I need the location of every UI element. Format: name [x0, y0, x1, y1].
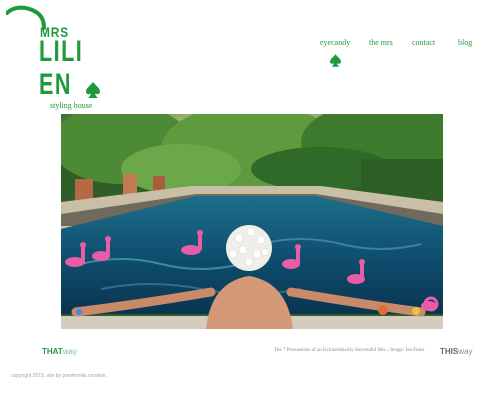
prev-post-link[interactable]: THATway — [42, 347, 77, 356]
logo-line-en: EN — [39, 68, 72, 101]
logo-tagline: styling house — [50, 101, 93, 110]
nav-item-the-mrs[interactable]: the mrs — [369, 38, 393, 47]
photo-caption: The 7 Persuasions of an Extraordinarily … — [274, 348, 425, 353]
nav-item-contact[interactable]: contact — [412, 38, 435, 47]
prev-light-label: way — [62, 347, 77, 356]
logo-line-lili: LILI — [39, 35, 84, 68]
copyright-text: copyright 2015. site by pomfemilia creat… — [11, 373, 107, 379]
site-logo[interactable]: MRS LILI EN styling house — [6, 4, 106, 112]
hero-photo[interactable] — [61, 114, 443, 329]
spade-icon — [86, 82, 100, 98]
nav-item-blog[interactable]: blog — [458, 38, 472, 47]
next-light-label: way — [458, 347, 473, 356]
next-strong-label: THIS — [440, 347, 459, 356]
nav-item-eyecandy[interactable]: eyecandy — [320, 38, 350, 47]
next-post-link[interactable]: THISway — [440, 347, 472, 356]
active-nav-spade-icon — [330, 54, 341, 67]
prev-strong-label: THAT — [42, 347, 63, 356]
